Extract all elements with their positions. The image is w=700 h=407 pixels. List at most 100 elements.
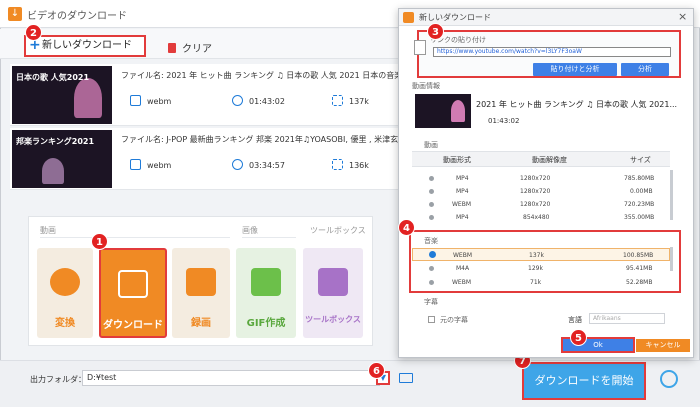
category-tools-label: ツールボックス: [310, 226, 366, 235]
row-format: MP4: [456, 175, 469, 182]
row-size: 95.41MB: [626, 265, 653, 272]
thumbnail-caption: 邦楽ランキング2021: [16, 137, 95, 146]
toolbox-tile[interactable]: ツールボックス: [303, 248, 363, 338]
video-thumbnail: 邦楽ランキング2021: [12, 130, 112, 188]
cancel-button[interactable]: キャンセル: [636, 339, 690, 352]
output-folder-field[interactable]: D:¥test: [82, 370, 380, 386]
header-size: サイズ: [630, 156, 651, 164]
screen-record-icon: [186, 268, 216, 296]
duration-label: 03:34:57: [249, 161, 285, 170]
convert-label: 変換: [55, 318, 75, 329]
row-size: 720.23MB: [624, 201, 655, 208]
thumbnail-caption: 日本の歌 人気2021: [16, 73, 90, 82]
start-download-button[interactable]: ダウンロードを開始: [522, 362, 646, 400]
convert-tile[interactable]: 変換: [37, 248, 93, 338]
clock-icon: [232, 95, 243, 106]
video-info-label: 動画情報: [412, 82, 440, 90]
video-thumbnail: 日本の歌 人気2021: [12, 66, 112, 124]
language-label: 言語: [568, 316, 582, 324]
radio-icon[interactable]: [429, 280, 434, 285]
task-filename: ファイル名: J-POP 最新曲ランキング 邦楽 2021年♫YOASOBI, …: [121, 135, 399, 144]
download-arrow-icon: [118, 270, 148, 298]
thumbnail-figure: [451, 100, 465, 122]
task-duration: 03:34:57: [232, 159, 285, 170]
task-format: webm: [130, 159, 171, 170]
paste-and-analyze-button[interactable]: 貼り付けと分析: [533, 63, 617, 76]
row-format: M4A: [456, 265, 470, 272]
format-label: webm: [147, 97, 172, 106]
task-format: webm: [130, 95, 171, 106]
category-image-label: 画像: [242, 226, 258, 235]
analyze-button[interactable]: 分析: [621, 63, 669, 76]
download-label: ダウンロード: [103, 320, 163, 331]
row-resolution: 1280x720: [520, 201, 551, 208]
info-duration: 01:43:02: [488, 117, 520, 125]
clock-icon: [232, 159, 243, 170]
gif-tile[interactable]: GIF作成: [236, 248, 296, 338]
row-format: WEBM: [453, 252, 473, 259]
size-icon: [332, 159, 343, 170]
task-size: 137k: [332, 95, 369, 106]
audio-row[interactable]: WEBM 71k 52.28MB: [412, 276, 670, 289]
radio-checked-icon[interactable]: [429, 251, 436, 258]
trash-icon: [168, 43, 176, 53]
new-download-label: 新しいダウンロード: [42, 40, 132, 51]
thumbnail-figure: [74, 78, 102, 118]
original-subtitle-checkbox[interactable]: [428, 316, 435, 323]
clear-label: クリア: [182, 44, 212, 55]
row-bitrate: 129k: [528, 265, 543, 272]
row-format: WEBM: [452, 279, 472, 286]
folder-icon[interactable]: [399, 373, 413, 383]
video-scrollbar[interactable]: [670, 170, 673, 220]
row-size: 0.00MB: [630, 188, 653, 195]
thumbnail-figure: [42, 158, 64, 184]
task-row[interactable]: 日本の歌 人気2021 ファイル名: 2021 年 ヒット曲 ランキング ♫ 日…: [10, 64, 400, 126]
new-download-button[interactable]: + 新しいダウンロード: [24, 35, 146, 57]
row-format: MP4: [456, 188, 469, 195]
radio-icon[interactable]: [429, 202, 434, 207]
close-icon[interactable]: ×: [678, 10, 687, 23]
size-icon: [332, 95, 343, 106]
language-select[interactable]: Afrikaans: [589, 313, 665, 324]
row-size: 355.00MB: [624, 214, 655, 221]
clear-button[interactable]: クリア: [168, 40, 212, 55]
original-subtitle-label: 元の字幕: [440, 316, 468, 324]
url-input[interactable]: https://www.youtube.com/watch?v=l3LY7F3o…: [433, 47, 671, 57]
header-format: 動画形式: [443, 156, 471, 164]
header-resolution: 動画解像度: [532, 156, 567, 164]
dialog-logo-icon: [403, 12, 414, 23]
video-section-label: 動画: [424, 141, 438, 149]
audio-row[interactable]: M4A 129k 95.41MB: [412, 262, 670, 275]
format-label: webm: [147, 161, 172, 170]
app-title: ビデオのダウンロード: [27, 11, 127, 22]
radio-icon[interactable]: [429, 176, 434, 181]
callout-badge-4: 4: [398, 219, 415, 236]
radio-icon[interactable]: [429, 215, 434, 220]
task-filename: ファイル名: 2021 年 ヒット曲 ランキング ♫ 日本の歌 人気 2021 …: [121, 71, 399, 80]
row-bitrate: 137k: [529, 252, 544, 259]
record-tile[interactable]: 録画: [172, 248, 230, 338]
row-format: WEBM: [452, 201, 472, 208]
row-size: 100.85MB: [623, 252, 654, 259]
size-label: 137k: [349, 97, 369, 106]
audio-row[interactable]: WEBM 137k 100.85MB: [412, 248, 670, 261]
row-resolution: 854x480: [523, 214, 550, 221]
task-size: 136k: [332, 159, 369, 170]
download-tile[interactable]: ダウンロード: [99, 248, 167, 338]
row-size: 785.80MB: [624, 175, 655, 182]
row-resolution: 1280x720: [520, 175, 551, 182]
toolbox-icon: [318, 268, 348, 296]
output-folder-label: 出力フォルダ：: [30, 375, 86, 384]
video-row[interactable]: MP4 854x480 355.00MB: [412, 209, 670, 226]
record-label: 録画: [191, 318, 211, 329]
row-size: 52.28MB: [626, 279, 653, 286]
document-icon: [414, 40, 426, 55]
radio-icon[interactable]: [429, 266, 434, 271]
radio-icon[interactable]: [429, 189, 434, 194]
size-label: 136k: [349, 161, 369, 170]
alarm-clock-icon[interactable]: [660, 370, 678, 388]
audio-scrollbar[interactable]: [670, 247, 673, 271]
app-logo-icon: ↓: [8, 7, 22, 21]
task-row[interactable]: 邦楽ランキング2021 ファイル名: J-POP 最新曲ランキング 邦楽 202…: [10, 128, 400, 190]
callout-badge-5: 5: [570, 329, 587, 346]
